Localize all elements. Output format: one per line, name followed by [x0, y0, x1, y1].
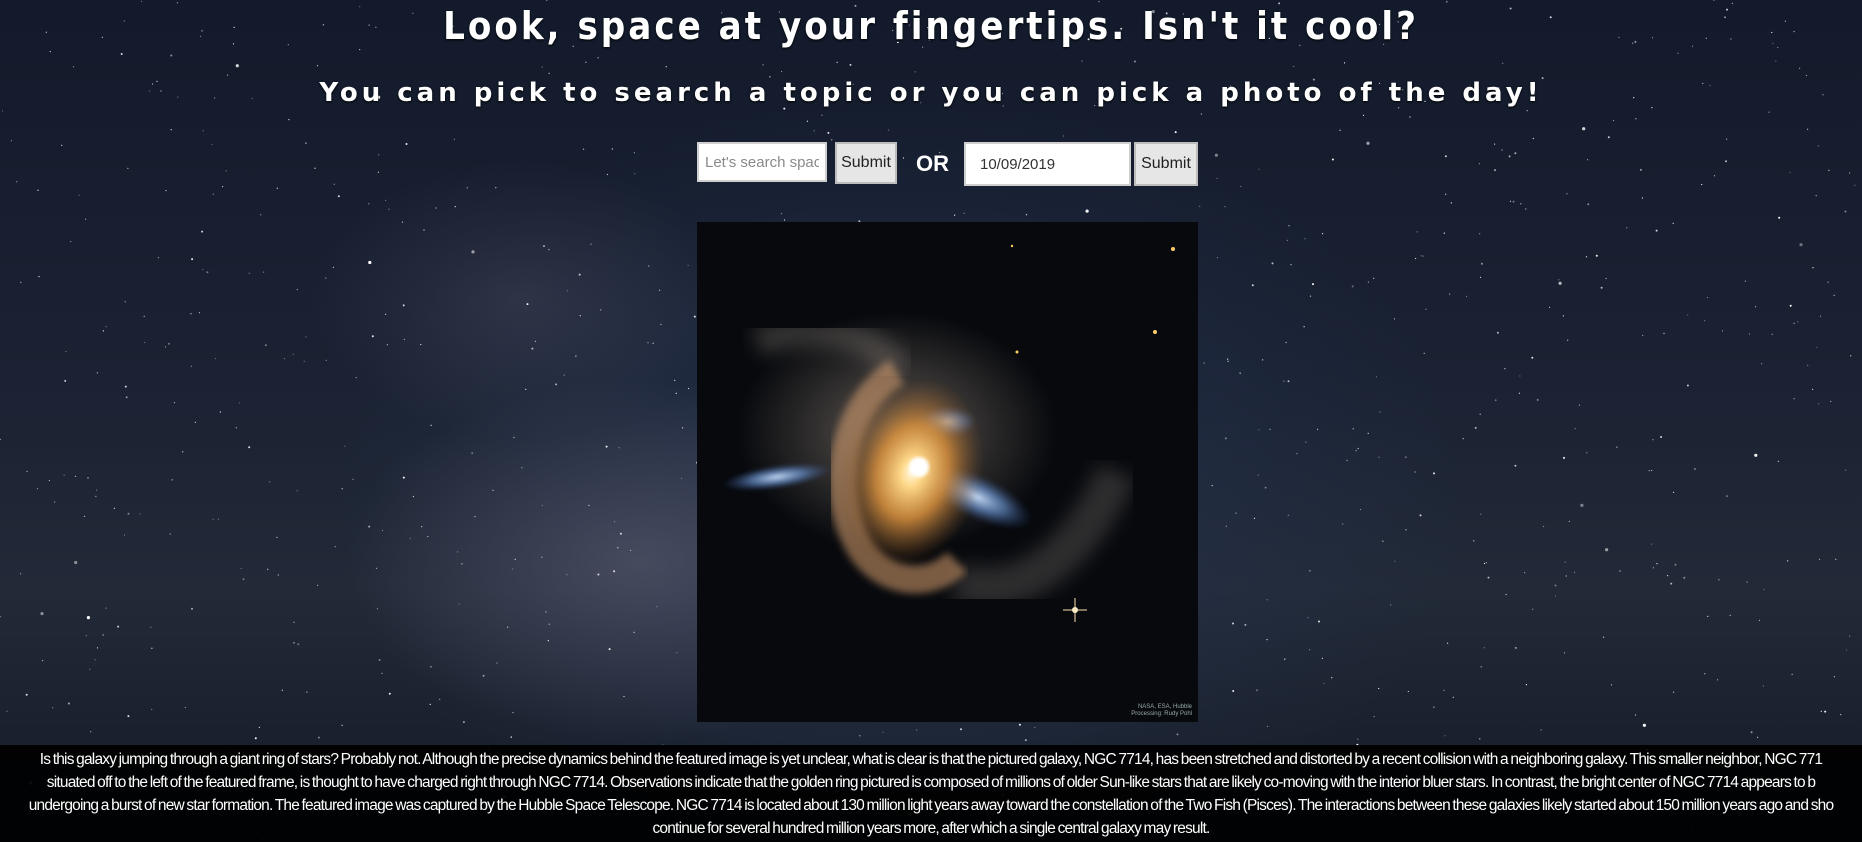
page: Look, space at your fingertips. Isn't it… [0, 0, 1862, 842]
credit-line: Processing: Rudy Pohl [1131, 711, 1192, 717]
apod-explanation: Is this galaxy jumping through a giant r… [0, 745, 1862, 842]
explanation-line: undergoing a burst of new star formation… [28, 797, 1834, 814]
apod-image: NASA, ESA, Hubble Processing: Rudy Pohl [697, 222, 1198, 722]
date-input[interactable] [964, 142, 1131, 186]
search-input[interactable] [697, 142, 827, 182]
credit-line: NASA, ESA, Hubble [1137, 704, 1192, 710]
image-credit: NASA, ESA, Hubble Processing: Rudy Pohl [1131, 704, 1192, 718]
galaxy-illustration [697, 222, 1198, 722]
or-separator: OR [916, 151, 949, 176]
explanation-line: Is this galaxy jumping through a giant r… [39, 751, 1823, 768]
date-submit-button[interactable]: Submit [1134, 142, 1198, 186]
explanation-line: situated off to the left of the featured… [46, 774, 1816, 791]
explanation-line: continue for several hundred million yea… [652, 820, 1210, 837]
page-title: Look, space at your fingertips. Isn't it… [443, 4, 1419, 48]
search-submit-button[interactable]: Submit [835, 142, 897, 184]
page-subtitle: You can pick to search a topic or you ca… [319, 78, 1543, 108]
